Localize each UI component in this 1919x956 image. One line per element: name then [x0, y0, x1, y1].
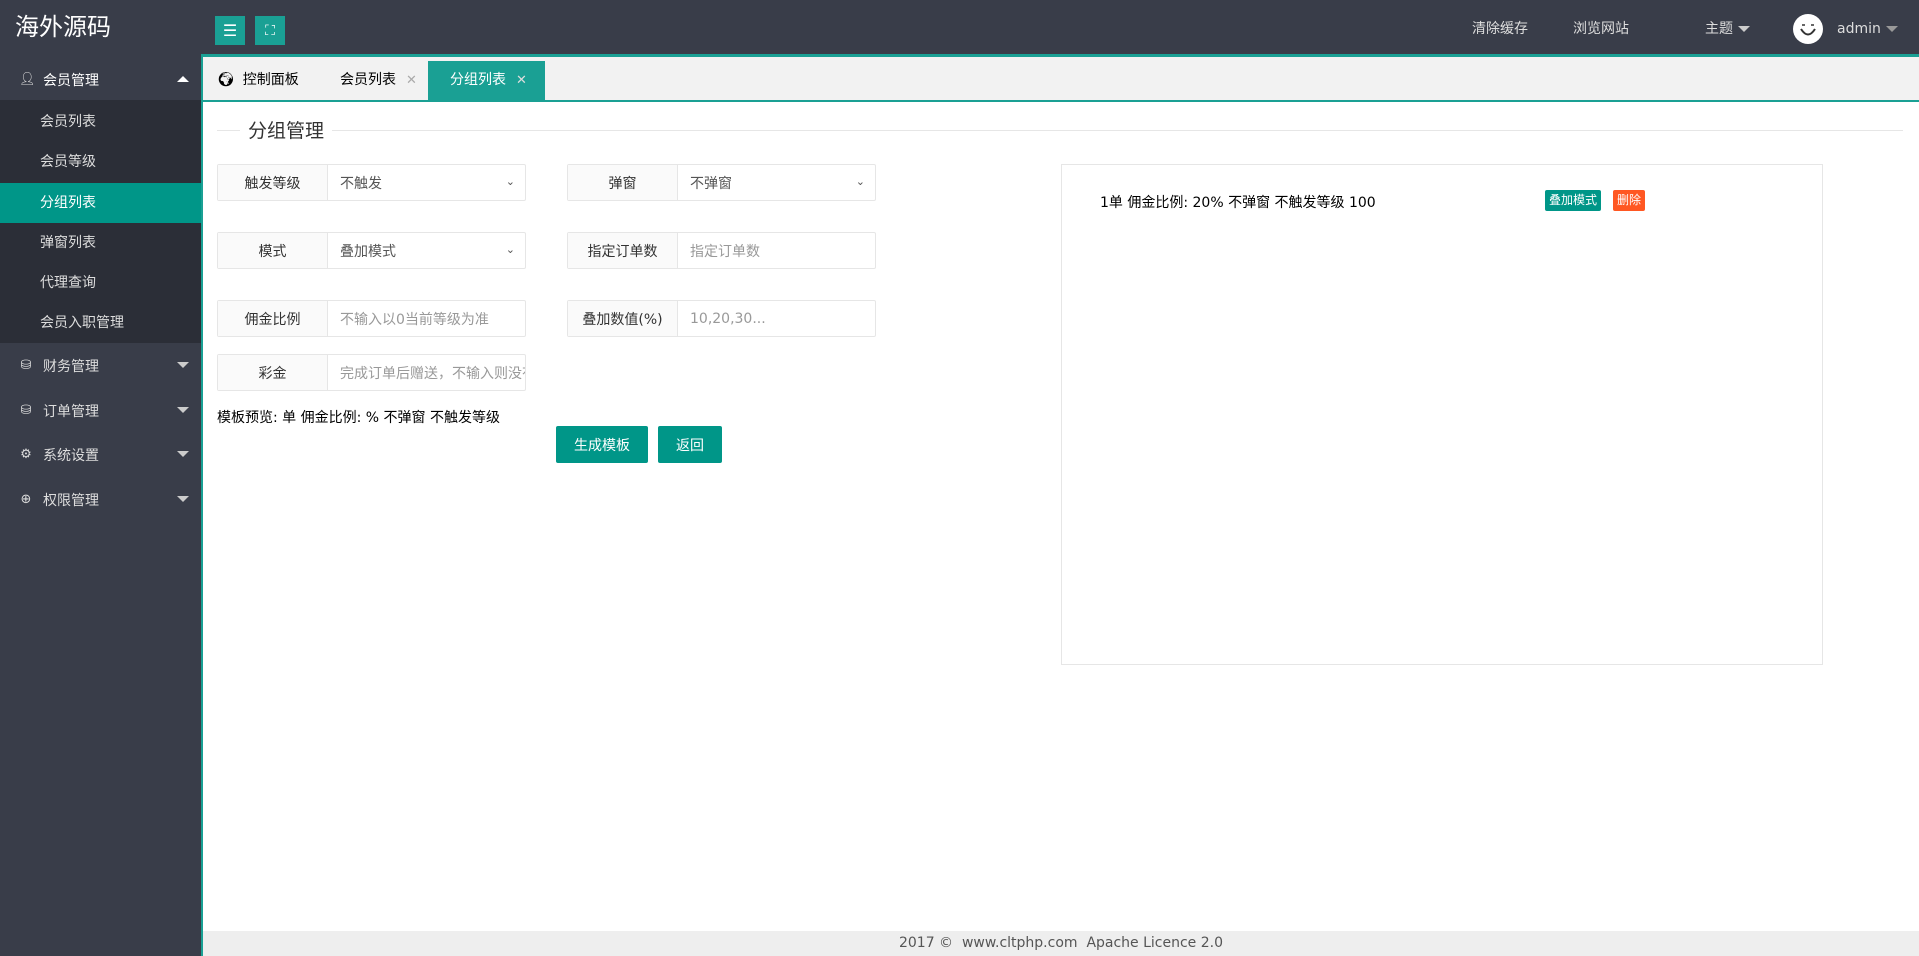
field-label: 彩金	[218, 355, 328, 390]
select-value: 不弹窗	[690, 175, 732, 192]
caret-down-icon	[177, 362, 189, 368]
template-preview: 模板预览: 单 佣金比例: % 不弹窗 不触发等级	[217, 410, 500, 426]
browse-site-link[interactable]: 浏览网站	[1573, 20, 1629, 38]
sidebar-group-settings[interactable]: ⚙ 系统设置	[0, 432, 201, 477]
avatar[interactable]	[1793, 14, 1823, 44]
back-button[interactable]: 返回	[658, 426, 722, 463]
close-icon[interactable]: ✕	[516, 73, 527, 88]
database-icon: ⛁	[20, 358, 32, 373]
field-label: 弹窗	[568, 165, 678, 200]
field-label: 指定订单数	[568, 233, 678, 268]
theme-menu[interactable]: 主题	[1705, 20, 1750, 38]
fullscreen-button[interactable]: ⛶	[255, 16, 285, 45]
chevron-down-icon: ⌄	[505, 243, 515, 256]
tab-member-list[interactable]: 会员列表 ✕	[312, 61, 428, 100]
popup-field: 弹窗 不弹窗 ⌄	[567, 164, 876, 201]
menu-toggle-button[interactable]: ☰	[215, 16, 245, 45]
bonus-input[interactable]: 完成订单后赠送，不输入则没有	[328, 355, 525, 390]
field-label: 模式	[218, 233, 328, 268]
caret-down-icon	[177, 451, 189, 457]
theme-label: 主题	[1705, 21, 1733, 37]
logo: 海外源码	[15, 13, 111, 41]
sidebar-group-label: 系统设置	[43, 447, 99, 464]
tab-label: 会员列表	[340, 72, 396, 88]
chevron-down-icon: ⌄	[855, 175, 865, 188]
top-header	[0, 0, 1919, 54]
sidebar-group-label: 权限管理	[43, 492, 99, 509]
expand-icon: ⛶	[265, 22, 275, 39]
template-list-panel	[1061, 164, 1823, 665]
order-count-field: 指定订单数 指定订单数	[567, 232, 876, 269]
sidebar-item-member-list[interactable]: 会员列表	[0, 102, 201, 142]
sidebar-group-label: 会员管理	[43, 72, 99, 89]
select-value: 不触发	[340, 175, 382, 192]
stack-value-input[interactable]: 10,20,30...	[678, 301, 875, 336]
stack-value-field: 叠加数值(%) 10,20,30...	[567, 300, 876, 337]
template-item-text: 1单 佣金比例: 20% 不弹窗 不触发等级 100	[1100, 195, 1376, 211]
sidebar-item-member-level[interactable]: 会员等级	[0, 142, 201, 182]
sidebar-item-group-list[interactable]: 分组列表	[0, 183, 201, 223]
bars-icon: ☰	[222, 21, 238, 40]
footer: 2017 © www.cltphp.com Apache Licence 2.0	[203, 931, 1919, 956]
sidebar-group-label: 财务管理	[43, 358, 99, 375]
sidebar-group-finance[interactable]: ⛁ 财务管理	[0, 343, 201, 388]
tab-group-list[interactable]: 分组列表 ✕	[428, 61, 545, 100]
caret-down-icon	[177, 496, 189, 502]
mode-field: 模式 叠加模式 ⌄	[217, 232, 526, 269]
tab-label: 分组列表	[450, 72, 506, 88]
commission-field: 佣金比例 不输入以0当前等级为准	[217, 300, 526, 337]
select-value: 叠加模式	[340, 243, 396, 260]
gears-icon: ⚙	[20, 447, 32, 462]
smiley-icon	[1800, 24, 1816, 36]
sidebar-group-label: 订单管理	[43, 403, 99, 420]
user-menu[interactable]: admin	[1837, 20, 1898, 38]
caret-up-icon	[177, 76, 189, 82]
caret-down-icon	[1738, 26, 1750, 32]
sidebar-group-member[interactable]: 👤︎ 会员管理	[0, 57, 201, 102]
database-icon: ⛁	[20, 403, 32, 418]
field-label: 佣金比例	[218, 301, 328, 336]
sidebar-group-orders[interactable]: ⛁ 订单管理	[0, 388, 201, 433]
user-name: admin	[1837, 21, 1881, 37]
section-title: 分组管理	[240, 119, 333, 143]
field-label: 叠加数值(%)	[568, 301, 678, 336]
sidebar-item-onboarding[interactable]: 会员入职管理	[0, 303, 201, 343]
trigger-level-field: 触发等级 不触发 ⌄	[217, 164, 526, 201]
user-icon: 👤︎	[19, 72, 36, 87]
close-icon[interactable]: ✕	[406, 73, 417, 88]
mode-select[interactable]: 叠加模式 ⌄	[328, 233, 525, 268]
popup-select[interactable]: 不弹窗 ⌄	[678, 165, 875, 200]
trigger-level-select[interactable]: 不触发 ⌄	[328, 165, 525, 200]
bonus-field: 彩金 完成订单后赠送，不输入则没有	[217, 354, 526, 391]
mode-badge: 叠加模式	[1545, 190, 1602, 211]
delete-button[interactable]: 删除	[1613, 190, 1646, 211]
globe-icon: 🌍︎	[217, 72, 235, 88]
tab-label: 控制面板	[242, 72, 299, 88]
globe-icon: ⊕	[20, 492, 32, 507]
chevron-down-icon: ⌄	[505, 175, 515, 188]
tab-dashboard[interactable]: 🌍︎ 控制面板	[203, 61, 312, 100]
clear-cache-link[interactable]: 清除缓存	[1472, 20, 1528, 38]
content-border	[201, 57, 203, 956]
generate-template-button[interactable]: 生成模板	[556, 426, 648, 463]
order-count-input[interactable]: 指定订单数	[678, 233, 875, 268]
field-label: 触发等级	[218, 165, 328, 200]
sidebar-group-permissions[interactable]: ⊕ 权限管理	[0, 477, 201, 522]
tab-bar: 🌍︎ 控制面板 会员列表 ✕ 分组列表 ✕	[203, 57, 1919, 102]
caret-down-icon	[1885, 26, 1898, 32]
sidebar-item-popup-list[interactable]: 弹窗列表	[0, 223, 201, 263]
fieldset-line	[217, 130, 1903, 131]
commission-input[interactable]: 不输入以0当前等级为准	[328, 301, 525, 336]
sidebar-item-agent-query[interactable]: 代理查询	[0, 263, 201, 303]
caret-down-icon	[177, 407, 189, 413]
